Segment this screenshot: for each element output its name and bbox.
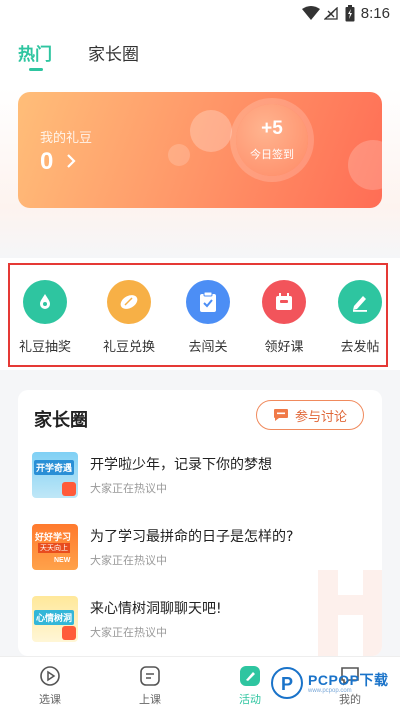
nav-label: 选课 xyxy=(39,693,61,706)
chevron-right-icon[interactable] xyxy=(66,154,76,168)
topic-thumbnail: 开学奇遇 xyxy=(32,452,78,498)
action-label: 去发帖 xyxy=(340,340,380,355)
svg-text:P: P xyxy=(281,674,293,694)
play-circle-icon xyxy=(40,666,60,686)
drop-icon xyxy=(23,280,67,324)
new-badge: NEW xyxy=(54,557,71,564)
join-discussion-button[interactable]: 参与讨论 xyxy=(256,400,364,430)
topic-subtitle: 大家正在热议中 xyxy=(90,626,167,639)
flame-icon xyxy=(62,626,76,640)
thumb-text: 好好学习 xyxy=(35,533,72,543)
my-beans-card[interactable]: 我的礼豆 0 +5 今日签到 xyxy=(18,92,382,208)
topic-item[interactable]: 心情树洞 来心情树洞聊聊天吧! 大家正在热议中 xyxy=(32,594,372,644)
topic-title: 开学啦少年，记录下你的梦想 xyxy=(90,457,272,473)
section-title: 家长圈 xyxy=(34,410,88,431)
watermark-logo-icon: P xyxy=(271,667,303,699)
topic-title: 为了学习最拼命的日子是怎样的? xyxy=(90,529,294,545)
action-label: 礼豆抽奖 xyxy=(18,340,71,355)
parent-circle-card: 家长圈 参与讨论 开学奇遇 开学啦少年，记录下你的梦想 大家正在热议中 好好学习… xyxy=(18,390,382,656)
topic-title: 来心情树洞聊聊天吧! xyxy=(90,601,222,617)
quick-actions: 礼豆抽奖 礼豆兑换 去闯关 领好课 去发帖 xyxy=(0,258,400,370)
topic-item[interactable]: 开学奇遇 开学啦少年，记录下你的梦想 大家正在热议中 xyxy=(32,450,372,500)
topic-subtitle: 大家正在热议中 xyxy=(90,554,167,567)
action-get-course[interactable]: 领好课 xyxy=(249,274,319,355)
watermark: P PCPOP下载 www.pcpop.com xyxy=(268,664,398,704)
tab-underline xyxy=(29,68,43,71)
watermark-subtext: www.pcpop.com xyxy=(308,688,352,694)
topic-subtitle: 大家正在热议中 xyxy=(90,482,167,495)
class-icon xyxy=(140,666,160,686)
join-label: 参与讨论 xyxy=(294,409,347,425)
decor-bubble xyxy=(348,140,382,190)
tab-parent-circle[interactable]: 家长圈 xyxy=(88,40,139,65)
checkin-points: +5 xyxy=(261,118,283,139)
flame-icon xyxy=(62,482,76,496)
action-challenge[interactable]: 去闯关 xyxy=(173,274,243,355)
pen-icon xyxy=(338,280,382,324)
beans-label: 我的礼豆 xyxy=(40,131,93,146)
checkin-label: 今日签到 xyxy=(250,148,294,161)
status-bar: 8:16 xyxy=(0,0,400,28)
activity-icon xyxy=(240,666,260,686)
bean-icon xyxy=(107,280,151,324)
battery-icon xyxy=(345,5,355,22)
gift-box-icon xyxy=(262,280,306,324)
tab-hot[interactable]: 热门 xyxy=(18,40,52,65)
action-label: 礼豆兑换 xyxy=(102,340,155,355)
action-bean-lottery[interactable]: 礼豆抽奖 xyxy=(10,274,80,355)
chat-bubble-icon xyxy=(273,409,288,421)
wifi-icon xyxy=(302,6,320,20)
no-signal-icon xyxy=(324,7,338,20)
clipboard-icon xyxy=(186,280,230,324)
decor-bubble xyxy=(168,144,190,166)
nav-attend-class[interactable]: 上课 xyxy=(120,661,180,711)
decor-bubble xyxy=(190,110,232,152)
topic-item[interactable]: 好好学习 天天向上 NEW 为了学习最拼命的日子是怎样的? 大家正在热议中 xyxy=(32,522,372,572)
beans-value: 0 xyxy=(40,148,54,175)
action-label: 去闯关 xyxy=(188,340,228,355)
topic-thumbnail: 心情树洞 xyxy=(32,596,78,642)
thumb-subtext: 天天向上 xyxy=(38,543,70,553)
top-tabs: 热门 家长圈 xyxy=(0,28,400,88)
nav-select-course[interactable]: 选课 xyxy=(20,661,80,711)
action-bean-exchange[interactable]: 礼豆兑换 xyxy=(94,274,164,355)
thumb-text: 开学奇遇 xyxy=(34,460,75,475)
clock: 8:16 xyxy=(360,5,390,22)
thumb-text: 心情树洞 xyxy=(34,610,75,625)
topic-thumbnail: 好好学习 天天向上 NEW xyxy=(32,524,78,570)
daily-checkin-button[interactable]: +5 今日签到 xyxy=(236,104,308,176)
action-create-post[interactable]: 去发帖 xyxy=(325,274,395,355)
nav-label: 上课 xyxy=(139,693,161,706)
action-label: 领好课 xyxy=(264,340,304,355)
watermark-text: PCPOP下载 xyxy=(308,672,389,688)
